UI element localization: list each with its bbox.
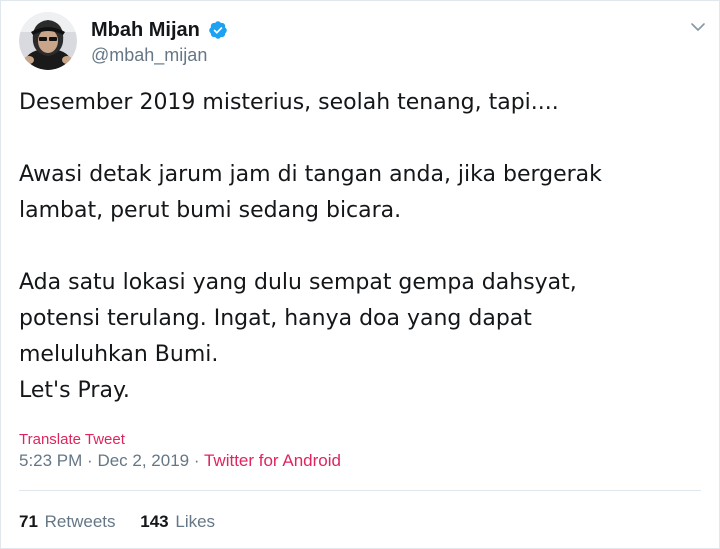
likes-stat[interactable]: 143 Likes bbox=[140, 512, 215, 532]
tweet-source-link[interactable]: Twitter for Android bbox=[204, 451, 341, 470]
likes-label: Likes bbox=[175, 512, 216, 531]
tweet-meta: 5:23 PM · Dec 2, 2019 · Twitter for Andr… bbox=[19, 451, 341, 471]
retweets-count: 71 bbox=[19, 512, 38, 531]
meta-separator: · bbox=[87, 451, 93, 470]
divider bbox=[19, 490, 701, 491]
tweet-header: Mbah Mijan @mbah_mijan bbox=[19, 12, 709, 72]
tweet-card: Mbah Mijan @mbah_mijan Desember 2019 mis… bbox=[0, 0, 720, 549]
tweet-date[interactable]: Dec 2, 2019 bbox=[97, 451, 189, 470]
retweets-label: Retweets bbox=[44, 512, 116, 531]
verified-badge-icon bbox=[209, 21, 228, 39]
name-block: Mbah Mijan @mbah_mijan bbox=[91, 18, 228, 66]
translate-tweet-link[interactable]: Translate Tweet bbox=[19, 431, 125, 449]
tweet-line: Awasi detak jarum jam di tangan anda, ji… bbox=[19, 162, 602, 187]
avatar-image bbox=[19, 12, 77, 70]
tweet-stats: 71 Retweets 143 Likes bbox=[19, 512, 235, 532]
tweet-text: Desember 2019 misterius, seolah tenang, … bbox=[19, 85, 699, 409]
tweet-line: lambat, perut bumi sedang bicara. bbox=[19, 198, 402, 223]
user-handle[interactable]: @mbah_mijan bbox=[91, 44, 228, 66]
tweet-time[interactable]: 5:23 PM bbox=[19, 451, 82, 470]
likes-count: 143 bbox=[140, 512, 169, 531]
tweet-line: potensi terulang. Ingat, hanya doa yang … bbox=[19, 306, 532, 331]
retweets-stat[interactable]: 71 Retweets bbox=[19, 512, 116, 532]
tweet-line: Ada satu lokasi yang dulu sempat gempa d… bbox=[19, 270, 577, 295]
tweet-line: Desember 2019 misterius, seolah tenang, … bbox=[19, 90, 559, 115]
meta-separator: · bbox=[193, 451, 200, 470]
tweet-line: meluluhkan Bumi. bbox=[19, 342, 219, 367]
tweet-line: Let's Pray. bbox=[19, 378, 130, 403]
display-name[interactable]: Mbah Mijan bbox=[91, 18, 200, 42]
avatar[interactable] bbox=[19, 12, 77, 70]
chevron-down-icon[interactable] bbox=[689, 18, 707, 36]
